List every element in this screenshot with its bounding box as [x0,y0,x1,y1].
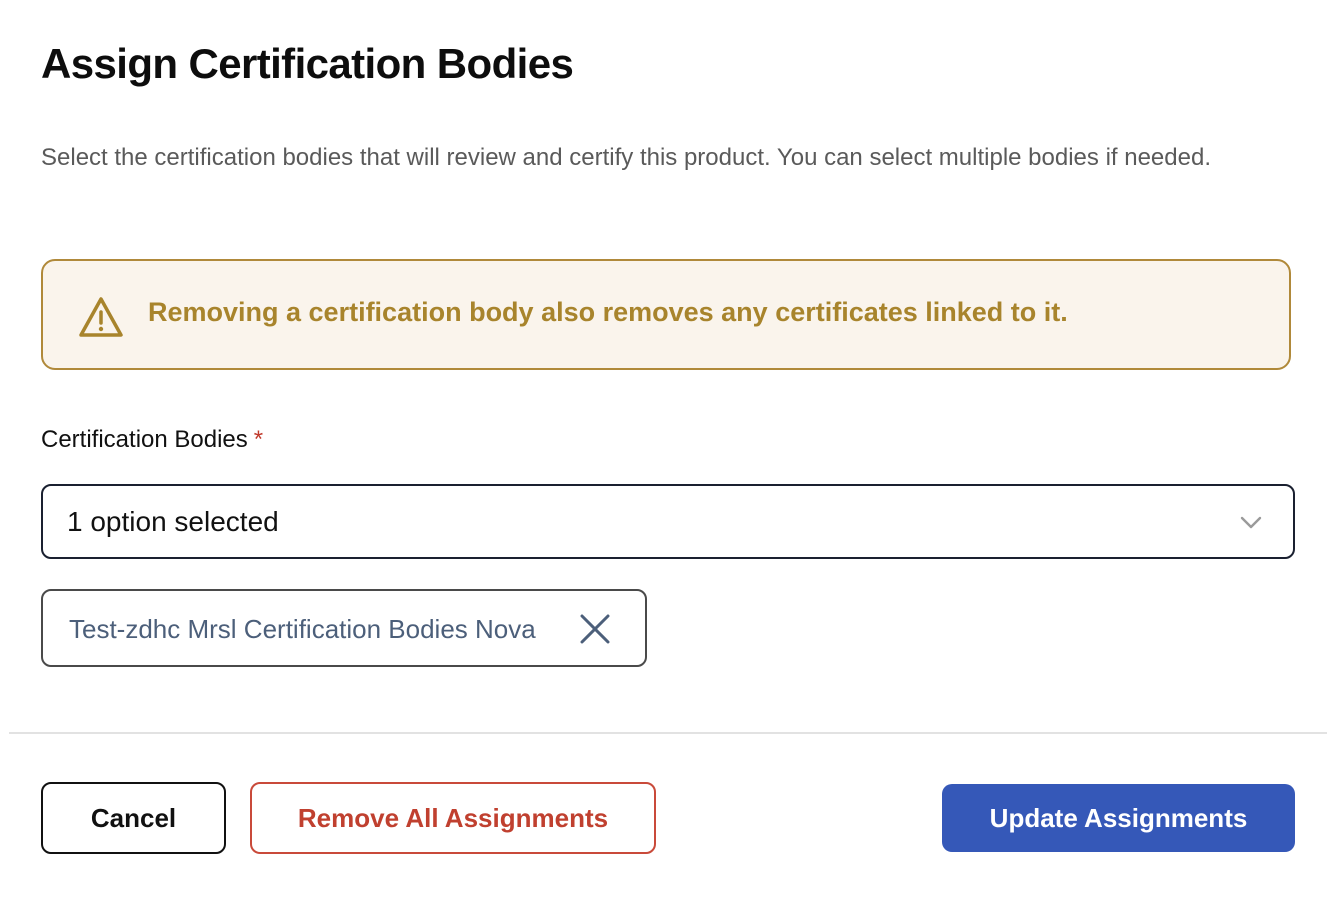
dialog-title: Assign Certification Bodies [41,40,574,87]
chip-label: Test-zdhc Mrsl Certification Bodies Nova [69,614,536,644]
warning-text: Removing a certification body also remov… [148,297,1068,327]
close-icon[interactable] [577,611,613,647]
required-mark: * [253,426,264,453]
cancel-button[interactable]: Cancel [41,782,226,854]
footer-divider [9,732,1327,734]
certification-bodies-select[interactable]: 1 option selected [41,484,1295,559]
warning-banner: Removing a certification body also remov… [41,259,1291,370]
dialog-description: Select the certification bodies that wil… [41,144,1211,171]
remove-all-assignments-button[interactable]: Remove All Assignments [250,782,656,854]
assign-certification-bodies-dialog: Assign Certification Bodies Select the c… [0,0,1344,898]
select-value: 1 option selected [67,506,279,537]
selected-chip: Test-zdhc Mrsl Certification Bodies Nova [41,589,647,667]
certification-bodies-label: Certification Bodies * [41,423,263,457]
field-label-text: Certification Bodies [41,426,248,453]
warning-triangle-icon [77,295,125,339]
update-assignments-button[interactable]: Update Assignments [942,784,1295,852]
chevron-down-icon [1239,512,1263,532]
